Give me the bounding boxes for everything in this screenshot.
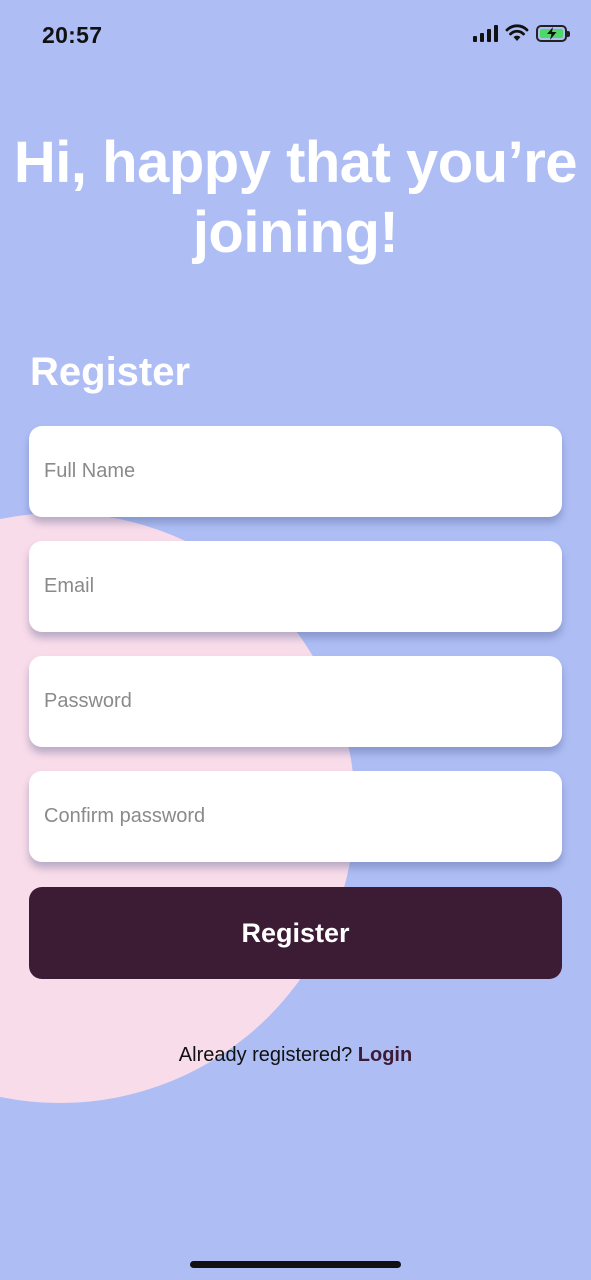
headline-line-1: Hi, happy that you’re	[13, 130, 578, 195]
home-indicator[interactable]	[190, 1261, 401, 1268]
password-input[interactable]	[29, 656, 562, 747]
login-prompt: Already registered? Login	[0, 1044, 591, 1067]
email-input[interactable]	[29, 541, 562, 632]
headline-line-2: joining!	[192, 200, 399, 265]
confirm-password-input[interactable]	[29, 771, 562, 862]
status-icons	[473, 24, 570, 42]
full-name-input[interactable]	[29, 426, 562, 517]
register-button[interactable]: Register	[29, 887, 562, 979]
login-link[interactable]: Login	[358, 1044, 412, 1066]
status-bar: 20:57	[0, 0, 591, 70]
register-screen: 20:57 Hi, happy that you’re joining! Reg…	[0, 0, 591, 1280]
battery-charging-icon	[536, 24, 570, 42]
login-prompt-text: Already registered?	[178, 1044, 358, 1066]
status-time: 20:57	[42, 22, 103, 48]
wifi-icon	[505, 24, 529, 41]
welcome-headline: Hi, happy that you’re joining!	[0, 128, 591, 268]
signal-icon	[473, 24, 498, 42]
register-title: Register	[30, 350, 191, 394]
